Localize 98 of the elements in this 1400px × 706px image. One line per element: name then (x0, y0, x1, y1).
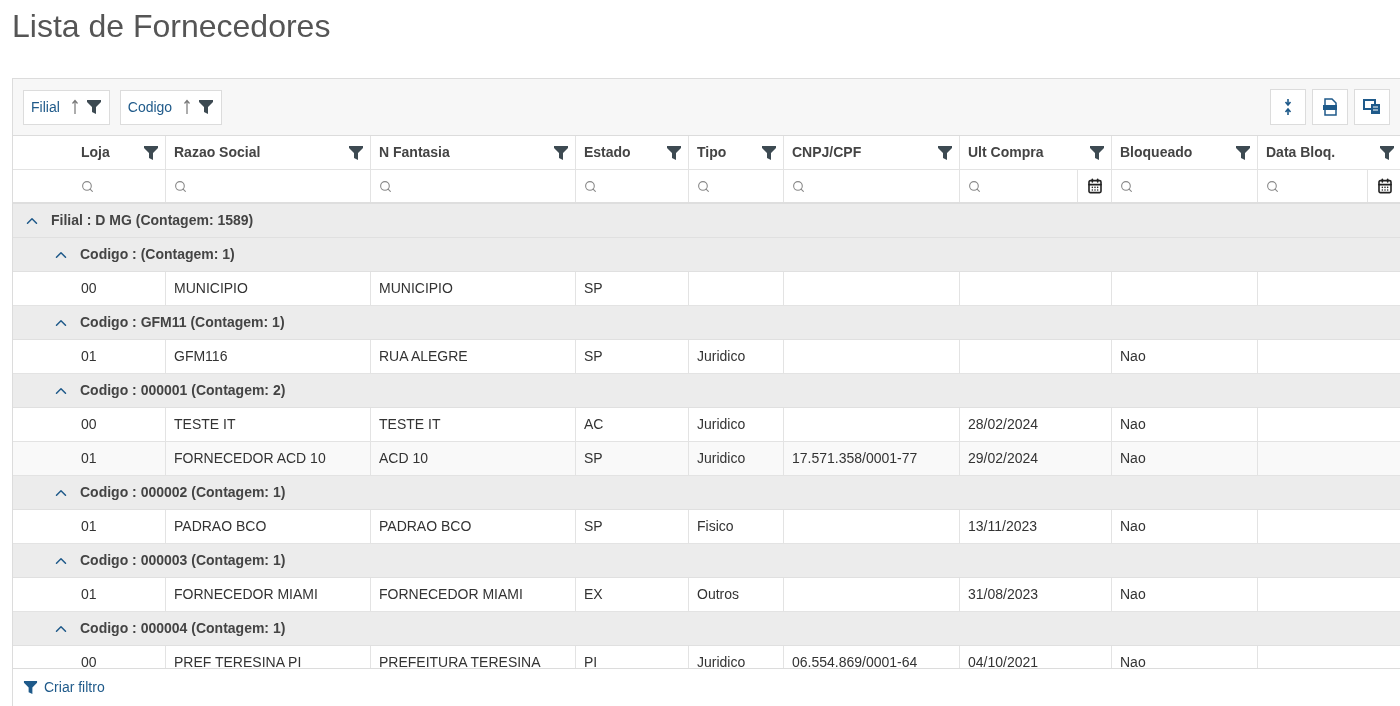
column-header[interactable]: CNPJ/CPF (792, 142, 862, 163)
table-cell-text: PREFEITURA TERESINA (379, 653, 541, 668)
table-cell-text: Nao (1120, 449, 1146, 468)
column-header[interactable]: Tipo (697, 142, 727, 163)
table-cell-text: TESTE IT (379, 415, 441, 434)
table-cell-text: 00 (81, 415, 97, 434)
group-row-label: Codigo : GFM11 (Contagem: 1) (80, 313, 285, 332)
table-cell-text: 00 (81, 279, 97, 298)
table-cell-text: 01 (81, 449, 97, 468)
table-cell-text: SP (584, 347, 603, 366)
group-chip[interactable]: Filial (23, 89, 110, 125)
calendar-icon (1376, 178, 1393, 194)
table-cell-text: EX (584, 585, 603, 604)
columns-button[interactable] (1354, 89, 1390, 125)
group-row-label: Filial : D MG (Contagem: 1589) (51, 211, 254, 230)
filter-icon[interactable] (1379, 144, 1395, 161)
group-chip[interactable]: Codigo (119, 89, 223, 125)
table-cell-text: PADRAO BCO (379, 517, 472, 536)
table-cell-text: ACD 10 (379, 449, 429, 468)
table-cell-text: Juridico (697, 449, 746, 468)
table-cell-text: 04/10/2021 (968, 653, 1039, 668)
table-cell-text: FORNECEDOR MIAMI (379, 585, 523, 604)
table-cell-text: RUA ALEGRE (379, 347, 468, 366)
table-cell-text: 01 (81, 517, 97, 536)
table-cell-text: Nao (1120, 347, 1146, 366)
table-cell-text: AC (584, 415, 604, 434)
table-cell-text: Juridico (697, 653, 746, 668)
table-cell-text: Outros (697, 585, 739, 604)
group-row-label: Codigo : (Contagem: 1) (80, 245, 235, 264)
search-icon[interactable] (379, 179, 392, 193)
table-cell-text: 01 (81, 347, 97, 366)
column-header[interactable]: Ult Compra (968, 142, 1044, 163)
collapse-rows-icon (1284, 98, 1292, 116)
table-cell-text: TESTE IT (174, 415, 236, 434)
table-cell-text: MUNICIPIO (174, 279, 248, 298)
search-icon[interactable] (174, 179, 187, 193)
table-cell-text: Nao (1120, 585, 1146, 604)
filter-icon[interactable] (666, 144, 682, 161)
table-cell-text: Juridico (697, 347, 746, 366)
columns-panel-icon (1363, 99, 1381, 115)
column-header[interactable]: Estado (584, 142, 631, 163)
table-cell-text: 13/11/2023 (968, 517, 1038, 536)
filter-icon[interactable] (1235, 144, 1251, 161)
table-cell-text: PREF TERESINA PI (174, 653, 302, 668)
table-cell-text: 29/02/2024 (968, 449, 1039, 468)
filter-icon[interactable] (198, 99, 215, 115)
group-row-label: Codigo : 000002 (Contagem: 1) (80, 483, 286, 502)
table-cell-text: FORNECEDOR ACD 10 (174, 449, 326, 468)
create-filter-link[interactable]: Criar filtro (44, 677, 105, 698)
table-cell-text: 01 (81, 585, 97, 604)
column-header[interactable]: Bloqueado (1120, 142, 1193, 163)
table-cell-text: MUNICIPIO (379, 279, 453, 298)
table-cell-text: Fisico (697, 517, 734, 536)
table-cell-text: PI (584, 653, 598, 668)
filter-icon[interactable] (553, 144, 569, 161)
filter-icon[interactable] (23, 680, 38, 695)
filter-icon[interactable] (85, 99, 102, 115)
sort-arrow-icon[interactable] (71, 99, 78, 115)
table-cell-text: 28/02/2024 (968, 415, 1039, 434)
search-icon[interactable] (792, 179, 805, 193)
search-icon[interactable] (1266, 179, 1279, 193)
table-cell-text: SP (584, 279, 603, 298)
table-cell-text: 00 (81, 653, 97, 668)
column-header[interactable]: N Fantasia (379, 142, 450, 163)
table-cell-text: Nao (1120, 653, 1146, 668)
group-row-label: Codigo : 000003 (Contagem: 1) (80, 551, 286, 570)
filter-icon[interactable] (761, 144, 777, 161)
table-cell-text: SP (584, 449, 603, 468)
column-header[interactable]: Loja (81, 142, 110, 163)
table-cell-text: GFM116 (174, 347, 228, 366)
table-cell-text: PADRAO BCO (174, 517, 267, 536)
page-title: Lista de Fornecedores (11, 7, 332, 46)
table-cell-text: 17.571.358/0001-77 (792, 449, 918, 468)
table-cell-text: Juridico (697, 415, 746, 434)
column-header[interactable]: Data Bloq. (1266, 142, 1336, 163)
search-icon[interactable] (968, 179, 981, 193)
group-row-label: Codigo : 000001 (Contagem: 2) (80, 381, 286, 400)
calendar-icon (1086, 178, 1103, 194)
filter-icon[interactable] (143, 144, 159, 161)
search-icon[interactable] (1120, 179, 1133, 193)
search-icon[interactable] (697, 179, 710, 193)
sort-arrow-icon[interactable] (184, 99, 191, 115)
search-icon[interactable] (81, 179, 94, 193)
filter-icon[interactable] (348, 144, 364, 161)
export-spreadsheet-button[interactable] (1312, 89, 1348, 125)
table-cell-text: 06.554.869/0001-64 (792, 653, 918, 668)
column-header[interactable]: Razao Social (174, 142, 261, 163)
table-cell-text: SP (584, 517, 603, 536)
table-cell-text: Nao (1120, 415, 1146, 434)
group-row-label: Codigo : 000004 (Contagem: 1) (80, 619, 286, 638)
spreadsheet-file-icon (1322, 98, 1338, 116)
collapse-rows-button[interactable] (1270, 89, 1306, 125)
search-icon[interactable] (584, 179, 597, 193)
filter-icon[interactable] (937, 144, 953, 161)
table-cell-text: 31/08/2023 (968, 585, 1039, 604)
table-cell-text: Nao (1120, 517, 1146, 536)
filter-icon[interactable] (1089, 144, 1105, 161)
table-cell-text: FORNECEDOR MIAMI (174, 585, 318, 604)
